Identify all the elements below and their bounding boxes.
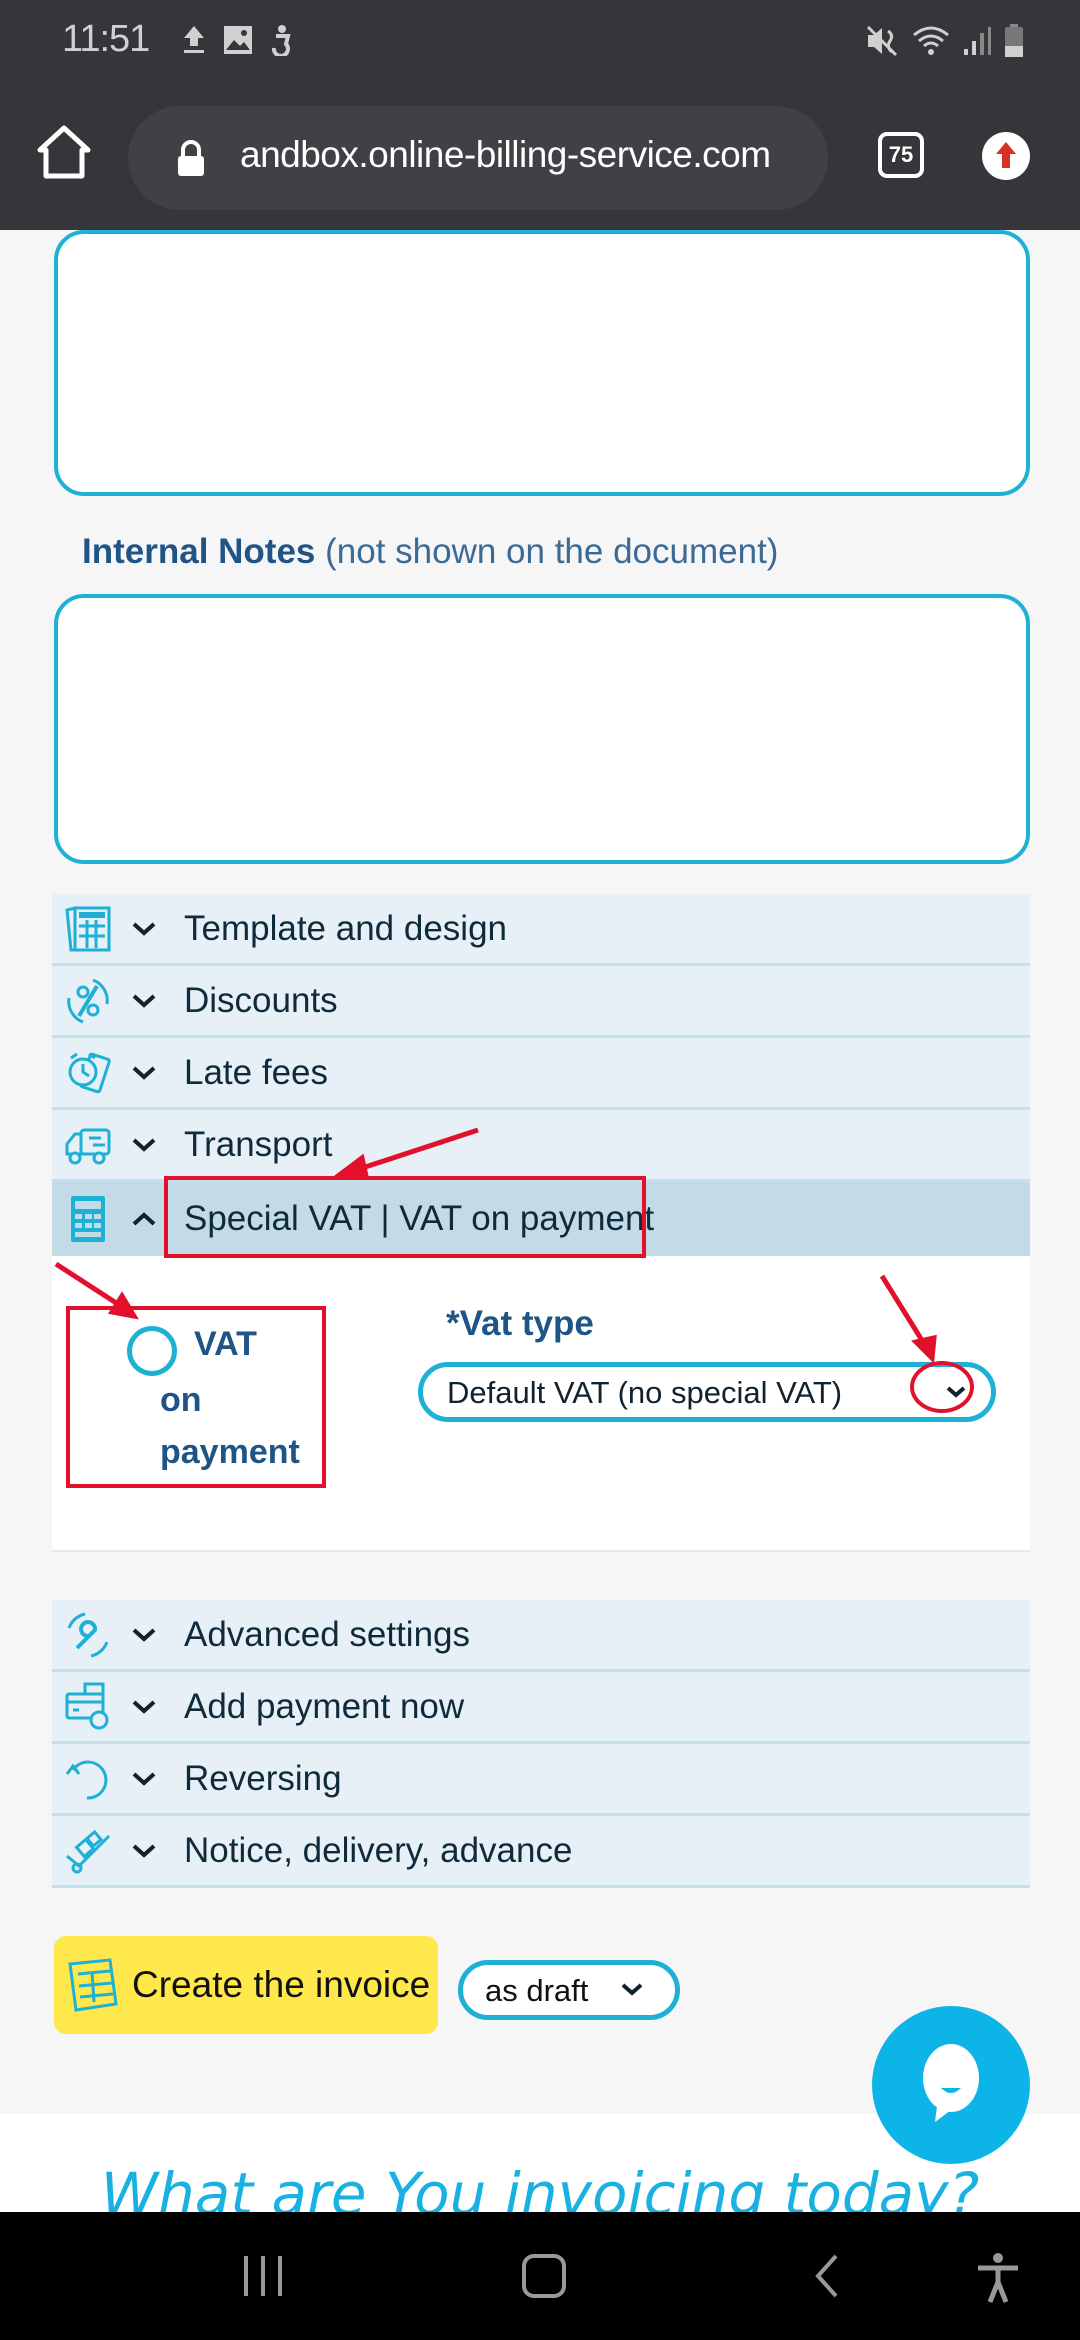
hand-truck-icon (66, 1829, 111, 1873)
home-icon[interactable] (36, 124, 92, 180)
chevron-down-icon (132, 1628, 156, 1642)
save-mode-select[interactable]: as draft (458, 1960, 680, 2020)
accordion-label: Template and design (184, 908, 507, 948)
chevron-down-icon (132, 1772, 156, 1786)
browser-toolbar: andbox.online-billing-service.com 75 (0, 80, 1080, 230)
accordion-label: Late fees (184, 1052, 328, 1092)
chevron-down-icon (132, 1700, 156, 1714)
recent-apps-icon[interactable] (240, 2252, 286, 2300)
accordion-transport[interactable]: Transport (52, 1110, 1030, 1182)
status-bar: 11:51 (0, 0, 1080, 80)
accordion-discounts[interactable]: Discounts (52, 966, 1030, 1038)
vat-type-label: *Vat type (446, 1304, 594, 1344)
accordion-label: Reversing (184, 1758, 342, 1798)
image-icon (224, 26, 252, 54)
create-invoice-label: Create the invoice (132, 1964, 431, 2005)
page-content: Internal Notes (not shown on the documen… (0, 230, 1080, 2212)
internal-notes-textarea[interactable] (54, 594, 1030, 864)
chevron-down-icon (621, 1983, 643, 1996)
accordion-advanced-settings[interactable]: Advanced settings (52, 1600, 1030, 1672)
accordion-label: Special VAT | VAT on payment (184, 1199, 655, 1238)
accordion-reversing[interactable]: Reversing (52, 1744, 1030, 1816)
url-text[interactable]: andbox.online-billing-service.com (240, 134, 771, 176)
radio-label-line: payment (160, 1433, 300, 1471)
accordion-label: Notice, delivery, advance (184, 1830, 573, 1870)
invoice-icon (68, 1958, 118, 2012)
notes-textarea[interactable] (54, 230, 1030, 496)
signal-icon (964, 27, 991, 55)
chat-button[interactable] (872, 2006, 1030, 2164)
wrench-icon (67, 1612, 109, 1657)
battery-icon (1005, 24, 1023, 57)
chevron-down-icon (132, 1066, 156, 1080)
radio-label-line: VAT (194, 1325, 257, 1363)
upload-icon (184, 26, 204, 53)
calculator-icon (71, 1196, 105, 1242)
template-icon (65, 905, 111, 951)
vat-type-select[interactable]: Default VAT (no special VAT) (418, 1362, 996, 1422)
home-nav-icon[interactable] (520, 2252, 568, 2300)
more-options-accordion: Advanced settings Add payment now Revers… (52, 1600, 1030, 1888)
payment-icon (65, 1682, 109, 1729)
chevron-down-icon (132, 1138, 156, 1152)
chevron-down-icon[interactable] (943, 1379, 969, 1405)
chevron-down-icon (132, 994, 156, 1008)
special-vat-panel: VAT on payment *Vat type Default VAT (no… (52, 1256, 1030, 1552)
truck-icon (65, 1128, 111, 1164)
chevron-down-icon (132, 1844, 156, 1858)
lock-icon (178, 140, 204, 176)
accordion-label: Advanced settings (184, 1614, 471, 1654)
chat-bubble-icon (923, 2044, 979, 2122)
accordion-label: Add payment now (184, 1686, 465, 1726)
status-time: 11:51 (62, 18, 150, 60)
footer-headline: What are You invoicing today? (100, 2160, 980, 2212)
wifi-icon (913, 26, 949, 55)
create-invoice-button[interactable]: Create the invoice (54, 1936, 438, 2034)
mute-icon (866, 25, 898, 57)
accordion-label: Discounts (184, 980, 338, 1020)
update-button[interactable] (982, 132, 1030, 180)
system-nav-bar (0, 2212, 1080, 2340)
internal-notes-label: Internal Notes (not shown on the documen… (82, 532, 778, 572)
late-fees-icon (68, 1052, 111, 1093)
vat-type-label-text: Vat type (459, 1304, 594, 1343)
reverse-icon (65, 1760, 108, 1800)
options-accordion: Template and design Discounts Late fees … (52, 894, 1030, 1552)
vat-type-value: Default VAT (no special VAT) (447, 1375, 843, 1410)
save-mode-value: as draft (485, 1973, 589, 2008)
accordion-notice-delivery-advance[interactable]: Notice, delivery, advance (52, 1816, 1030, 1888)
accessibility-icon[interactable] (976, 2252, 1020, 2304)
required-mark: * (446, 1304, 460, 1343)
back-icon[interactable] (812, 2252, 842, 2300)
internal-notes-title: Internal Notes (82, 532, 316, 571)
radio-label-line: on (160, 1381, 202, 1419)
accordion-template-and-design[interactable]: Template and design (52, 894, 1030, 966)
discount-icon (67, 978, 109, 1023)
accordion-late-fees[interactable]: Late fees (52, 1038, 1030, 1110)
chevron-up-icon (132, 1212, 156, 1226)
accessibility-notification-icon (271, 25, 291, 56)
vat-on-payment-label[interactable]: VAT on payment (160, 1316, 300, 1480)
internal-notes-hint: (not shown on the document) (325, 532, 779, 571)
address-bar[interactable]: andbox.online-billing-service.com (128, 106, 828, 210)
accordion-special-vat[interactable]: Special VAT | VAT on payment (52, 1182, 1030, 1256)
arrow-up-icon (996, 142, 1016, 168)
tab-switcher-button[interactable]: 75 (878, 132, 924, 178)
accordion-add-payment-now[interactable]: Add payment now (52, 1672, 1030, 1744)
accordion-label: Transport (184, 1124, 333, 1164)
chevron-down-icon (132, 922, 156, 936)
